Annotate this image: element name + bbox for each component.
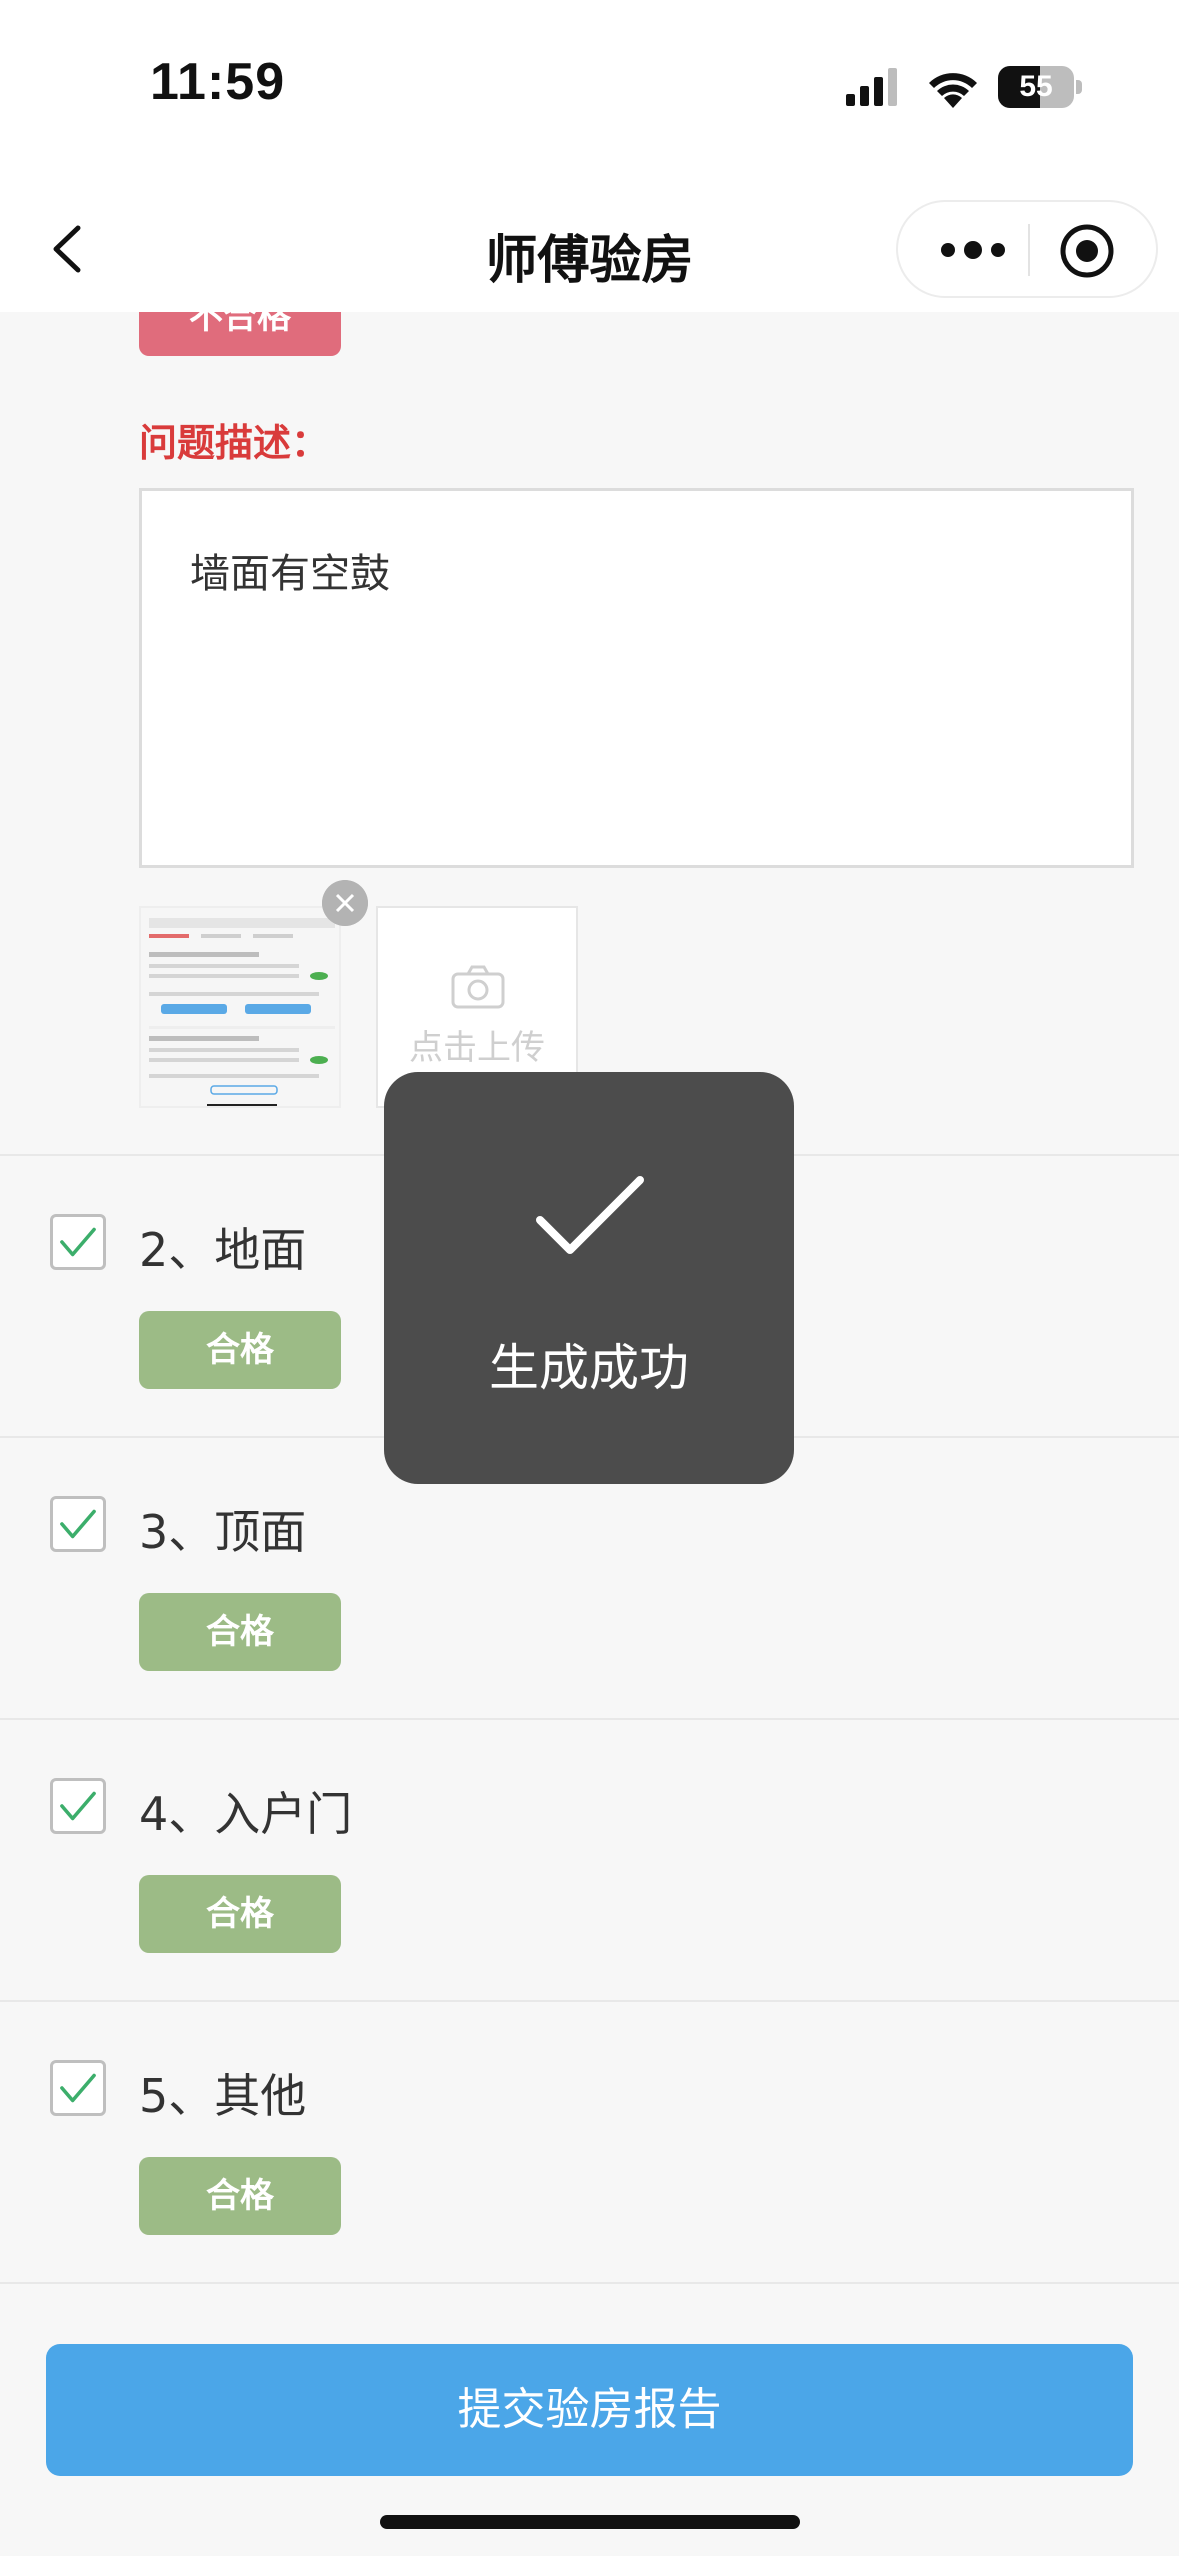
item-title: 2、地面: [139, 1223, 307, 1277]
status-bar: 11:59 55: [0, 0, 1179, 190]
pass-tag[interactable]: 合格: [139, 1593, 341, 1671]
close-miniprogram-icon[interactable]: [1058, 222, 1116, 280]
nav-bar: 师傅验房: [0, 190, 1179, 312]
item-checkbox[interactable]: [50, 2060, 106, 2116]
pass-tag[interactable]: 合格: [139, 1311, 341, 1389]
battery-icon: 55: [998, 66, 1082, 108]
cellular-signal-icon: [846, 68, 897, 106]
issue-label: 问题描述：: [139, 421, 330, 465]
pass-tag[interactable]: 合格: [139, 2157, 341, 2235]
success-toast: 生成成功: [384, 1072, 794, 1484]
capsule-divider: [1028, 224, 1030, 276]
pass-tag[interactable]: 合格: [139, 1875, 341, 1953]
home-indicator: [380, 2515, 800, 2529]
upload-label: 点击上传: [409, 1028, 545, 1068]
miniprogram-capsule: [896, 200, 1158, 298]
battery-level: 55: [1019, 70, 1053, 103]
section-divider: [0, 1718, 1179, 1720]
section-divider: [0, 2282, 1179, 2284]
toast-message: 生成成功: [489, 1339, 689, 1397]
camera-icon: [451, 965, 505, 1009]
more-icon[interactable]: [928, 226, 1018, 274]
remove-photo-icon[interactable]: [322, 880, 368, 926]
screenshot-thumbnail-image: [141, 908, 339, 1106]
item-title: 3、顶面: [139, 1505, 307, 1559]
section-divider: [0, 2000, 1179, 2002]
fail-tag[interactable]: 不合格: [139, 312, 341, 356]
uploaded-photo-thumbnail[interactable]: [139, 906, 341, 1108]
success-check-icon: [536, 1176, 644, 1254]
wifi-icon: [929, 73, 977, 108]
item-title: 5、其他: [139, 2069, 307, 2123]
status-time: 11:59: [150, 53, 286, 111]
submit-report-button[interactable]: 提交验房报告: [46, 2344, 1133, 2476]
item-checkbox[interactable]: [50, 1778, 106, 1834]
issue-description-textarea[interactable]: 墙面有空鼓: [139, 488, 1134, 868]
issue-description-text: 墙面有空鼓: [190, 551, 390, 597]
item-checkbox[interactable]: [50, 1496, 106, 1552]
item-title: 4、入户门: [139, 1787, 353, 1841]
item-checkbox[interactable]: [50, 1214, 106, 1270]
